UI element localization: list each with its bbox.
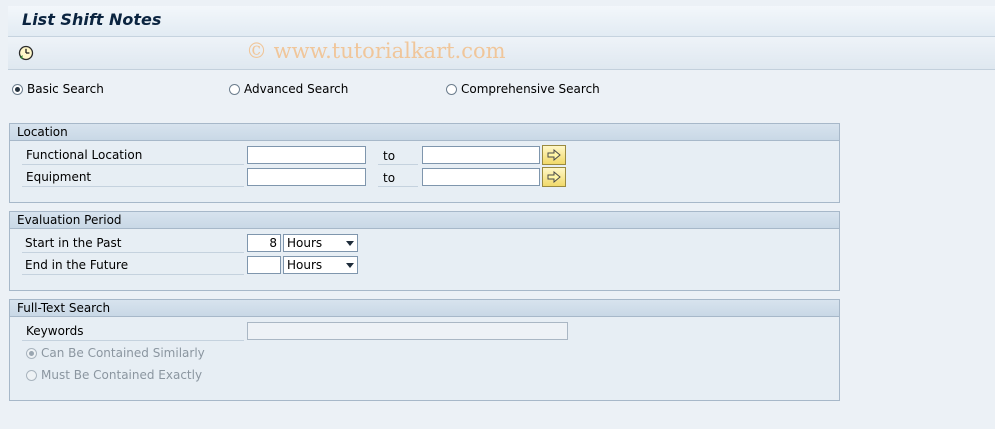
arrow-right-icon: [547, 171, 561, 183]
keywords-input[interactable]: [247, 322, 568, 340]
radio-icon[interactable]: [26, 369, 37, 381]
end-unit-select[interactable]: Hours: [283, 256, 358, 274]
equipment-multiple-selection-button[interactable]: [542, 167, 566, 187]
functional-location-to-input[interactable]: [422, 146, 540, 164]
start-in-past-label: Start in the Past: [25, 236, 122, 250]
page-title: List Shift Notes: [22, 10, 162, 29]
radio-contained-exactly[interactable]: Must Be Contained Exactly: [26, 368, 202, 382]
evaluation-period-group: Evaluation Period: [9, 211, 840, 291]
radio-contained-similarly[interactable]: Can Be Contained Similarly: [26, 346, 205, 360]
row-divider: [22, 274, 244, 275]
full-text-search-group-title: Full-Text Search: [10, 300, 839, 317]
functional-location-multiple-selection-button[interactable]: [542, 145, 566, 165]
functional-location-to-label: to: [383, 149, 396, 163]
row-divider: [22, 186, 244, 187]
row-divider: [22, 164, 244, 165]
radio-contained-exactly-label: Must Be Contained Exactly: [41, 368, 203, 382]
equipment-label: Equipment: [26, 170, 92, 184]
row-divider: [22, 252, 244, 253]
radio-icon[interactable]: [12, 83, 23, 95]
radio-icon[interactable]: [26, 347, 37, 359]
equipment-to-input[interactable]: [422, 168, 540, 186]
start-unit-select[interactable]: Hours: [283, 234, 358, 252]
keywords-label: Keywords: [26, 324, 84, 338]
row-divider: [378, 164, 418, 165]
row-divider: [378, 186, 418, 187]
functional-location-label: Functional Location: [26, 148, 143, 162]
evaluation-period-group-title: Evaluation Period: [10, 212, 839, 229]
end-unit-value: Hours: [287, 258, 323, 272]
arrow-right-icon: [547, 149, 561, 161]
radio-advanced-search-label: Advanced Search: [244, 82, 349, 96]
radio-comprehensive-search[interactable]: Comprehensive Search: [446, 82, 600, 96]
radio-advanced-search[interactable]: Advanced Search: [229, 82, 348, 96]
watermark-text: © www.tutorialkart.com: [246, 39, 506, 63]
functional-location-from-input[interactable]: [247, 146, 366, 164]
radio-comprehensive-search-label: Comprehensive Search: [461, 82, 600, 96]
location-group-title: Location: [10, 124, 839, 141]
dropdown-arrow-icon: [346, 240, 354, 246]
equipment-from-input[interactable]: [247, 168, 366, 186]
dropdown-arrow-icon: [346, 262, 354, 268]
end-in-future-label: End in the Future: [25, 258, 129, 272]
radio-basic-search[interactable]: Basic Search: [12, 82, 104, 96]
end-in-future-input[interactable]: [247, 256, 281, 274]
radio-icon[interactable]: [229, 83, 240, 95]
radio-basic-search-label: Basic Search: [27, 82, 104, 96]
start-unit-value: Hours: [287, 236, 323, 250]
radio-contained-similarly-label: Can Be Contained Similarly: [41, 346, 205, 360]
start-in-past-input[interactable]: [247, 234, 281, 252]
equipment-to-label: to: [383, 171, 396, 185]
radio-icon[interactable]: [446, 83, 457, 95]
row-divider: [22, 340, 244, 341]
execute-clock-icon[interactable]: [16, 43, 36, 63]
